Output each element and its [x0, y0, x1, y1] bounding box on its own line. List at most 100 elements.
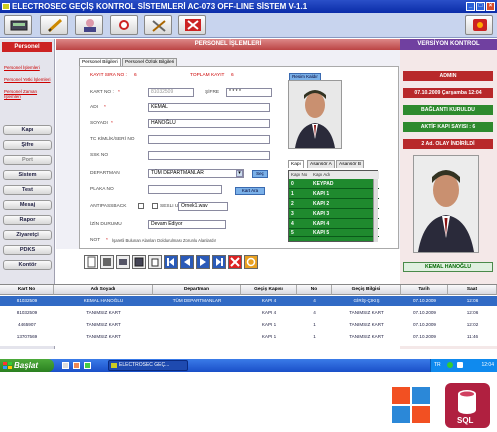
personel-panel-header: PERSONEL İŞLEMLERİ [56, 39, 400, 50]
main-toolbar [0, 13, 497, 38]
search-button[interactable] [110, 15, 138, 35]
cell: 81032509 [16, 298, 38, 303]
izin-input[interactable]: Devam Ediyor [148, 220, 226, 229]
menu-port-button[interactable]: Port [3, 155, 52, 165]
menu-sistem-button[interactable]: Sistem [3, 170, 52, 180]
show-desktop-icon[interactable] [62, 362, 69, 369]
kapi-row[interactable]: 4 KAPI 4 [289, 219, 379, 229]
tc-input[interactable] [148, 135, 270, 144]
menu-rapor-button[interactable]: Rapor [3, 215, 52, 225]
cell: KEMAL HANOĞLU [83, 298, 124, 303]
col-tarih[interactable]: Tarih [401, 285, 448, 295]
quick-launch-icon[interactable] [73, 362, 80, 369]
network-icon[interactable] [447, 362, 453, 368]
ssk-input[interactable] [148, 151, 270, 160]
adi-input[interactable]: KEMAL [148, 103, 270, 112]
edit-record-button[interactable] [116, 255, 130, 269]
sesli-uyari-input[interactable]: Ornek1.wav [178, 202, 228, 211]
datetime-badge: 07.10.2009 Çarşamba 12:04 [403, 88, 493, 98]
tab-asansor-b[interactable]: Asansör B [336, 160, 365, 168]
col-saat[interactable]: Saat [448, 285, 497, 295]
copy-record-button[interactable] [148, 255, 162, 269]
language-indicator[interactable]: TR [434, 359, 441, 372]
next-record-button[interactable] [196, 255, 210, 269]
prev-arrow-icon [184, 258, 190, 266]
save-record-button[interactable] [100, 255, 114, 269]
close-icon [185, 19, 201, 31]
menu-kontor-button[interactable]: Kontör [3, 260, 52, 270]
close-window-button[interactable]: × [486, 2, 495, 11]
table-row[interactable]: 81032509 TANIMSIZ KART KAPI 4 4 TANIMSIZ… [0, 308, 497, 318]
cell: KAPI 4 [261, 298, 277, 303]
windows-logo-icon [392, 387, 430, 423]
delete-record-button[interactable] [228, 255, 242, 269]
refresh-record-button[interactable] [244, 255, 258, 269]
col-adi-soyadi[interactable]: Adı Soyadı [54, 285, 153, 295]
sifre-input[interactable]: * * * * [226, 88, 272, 97]
view-record-button[interactable] [132, 255, 146, 269]
kapi-grid-scrollbar[interactable] [373, 179, 378, 242]
edit-icon [119, 259, 127, 265]
menu-test-button[interactable]: Test [3, 185, 52, 195]
link-personel-yetki[interactable]: Personel Yetki İşlemleri [4, 77, 51, 82]
cell: 11:46 [466, 334, 479, 339]
new-record-button[interactable] [84, 255, 98, 269]
tab-personel-ozluk[interactable]: Personel Özlük Bilgileri [122, 58, 178, 66]
kapi-row[interactable]: 1 KAPI 1 [289, 189, 379, 199]
menu-pdks-button[interactable]: PDKS [3, 245, 52, 255]
departman-select[interactable]: TÜM DEPARTMANLAR [148, 169, 244, 178]
tab-personel-bilgileri[interactable]: Personel Bilgileri [79, 58, 121, 66]
user-button[interactable] [75, 15, 103, 35]
izin-label: İZİN DURUMU [90, 222, 122, 227]
plaka-input[interactable] [148, 185, 222, 194]
maximize-button[interactable]: □ [476, 2, 485, 11]
tab-asansor-a[interactable]: Asansör A [307, 160, 335, 168]
event-log-table: Kart No Adı Soyadı Departman Geçiş Kapıs… [0, 284, 497, 346]
kapi-row-name: KAPI 3 [313, 211, 330, 217]
kapi-row[interactable]: 5 KAPI 5 [289, 229, 379, 237]
volume-icon[interactable] [457, 362, 463, 368]
kapi-row[interactable]: 3 KAPI 3 [289, 209, 379, 219]
kapi-row[interactable]: 0 KEYPAD [289, 179, 379, 189]
delete-button[interactable] [178, 15, 206, 35]
tools-button[interactable] [144, 15, 172, 35]
table-row[interactable]: 13707569 TANIMSIZ KART KAPI 1 1 TANIMSIZ… [0, 332, 497, 342]
start-button[interactable]: Başlat [0, 359, 54, 372]
col-no[interactable]: No [297, 285, 332, 295]
kapi-row-no: 2 [291, 201, 294, 207]
cell: 12:06 [466, 310, 479, 315]
col-gecis-kapisi[interactable]: Geçiş Kapısı [241, 285, 297, 295]
quick-launch-icon[interactable] [84, 362, 91, 369]
minimize-button[interactable]: _ [466, 2, 475, 11]
sesli-uyari-checkbox[interactable] [152, 203, 158, 209]
menu-sifre-button[interactable]: Şifre [3, 140, 52, 150]
kart-no-input[interactable]: 81032509 [148, 88, 194, 97]
taskbar-app-button[interactable]: ELECTROSEC GEÇ... [108, 360, 188, 371]
exit-button[interactable] [465, 15, 493, 35]
soyadi-input[interactable]: HANOĞLU [148, 119, 270, 128]
device-button[interactable] [4, 15, 32, 35]
table-row[interactable]: 81032509 KEMAL HANOĞLU TÜM DEPARTMANLAR … [0, 296, 497, 306]
close-icon [230, 257, 240, 267]
menu-ziyaretci-button[interactable]: Ziyaretçi [3, 230, 52, 240]
antipassback-checkbox[interactable] [138, 203, 144, 209]
edit-button[interactable] [40, 15, 68, 35]
chevron-down-icon[interactable]: ▾ [236, 170, 243, 177]
selected-person-name: KEMAL HANOĞLU [403, 262, 493, 272]
menu-mesaj-button[interactable]: Mesaj [3, 200, 52, 210]
kapi-row[interactable]: 2 KAPI 2 [289, 199, 379, 209]
table-row[interactable]: 4465907 TANIMSIZ KART KAPI 1 1 TANIMSIZ … [0, 320, 497, 330]
last-record-button[interactable] [212, 255, 226, 269]
col-departman[interactable]: Departman [153, 285, 241, 295]
col-kart-no[interactable]: Kart No [0, 285, 54, 295]
link-personel-islemleri[interactable]: Personel İşlemleri [4, 65, 40, 70]
sec-button[interactable]: Seç [252, 170, 268, 178]
first-record-button[interactable] [164, 255, 178, 269]
cell: TÜM DEPARTMANLAR [172, 298, 222, 303]
prev-record-button[interactable] [180, 255, 194, 269]
col-gecis-bilgisi[interactable]: Geçiş Bilgisi [332, 285, 401, 295]
tab-kapi[interactable]: Kapı [288, 160, 304, 168]
kart-ara-button[interactable]: Kart Ara [235, 187, 265, 195]
menu-kapi-button[interactable]: Kapı [3, 125, 52, 135]
link-personel-zaman[interactable]: Personel Zaman İşlemleri [4, 89, 54, 99]
